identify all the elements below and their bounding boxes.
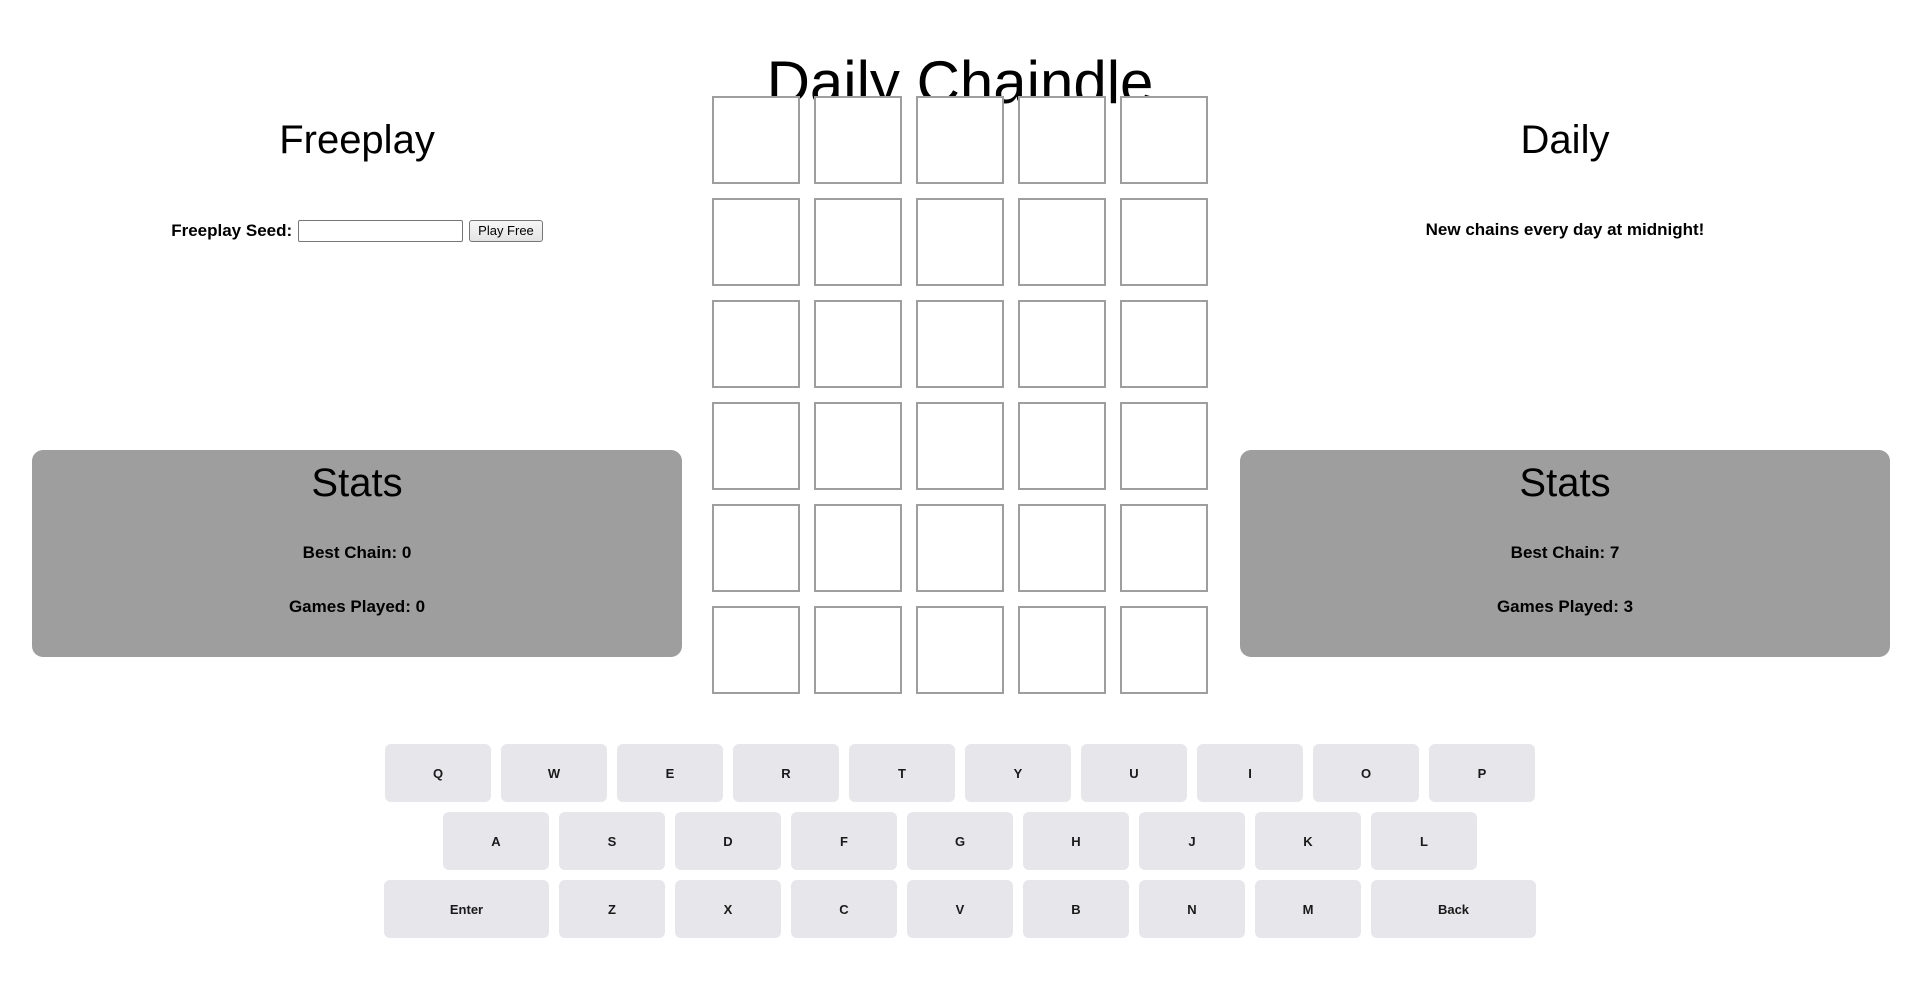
game-board: [712, 96, 1208, 694]
board-tile: [916, 198, 1004, 286]
board-tile: [1120, 606, 1208, 694]
board-tile: [814, 96, 902, 184]
board-tile: [814, 300, 902, 388]
freeplay-heading: Freeplay: [279, 118, 435, 162]
key-r[interactable]: R: [733, 744, 839, 802]
key-e[interactable]: E: [617, 744, 723, 802]
board-tile: [1018, 606, 1106, 694]
board-tile: [1120, 300, 1208, 388]
freeplay-games-played: Games Played: 0: [288, 597, 426, 616]
board-tile: [712, 504, 800, 592]
board-tile: [1018, 198, 1106, 286]
key-u[interactable]: U: [1081, 744, 1187, 802]
key-h[interactable]: H: [1023, 812, 1129, 870]
board-tile: [1018, 96, 1106, 184]
key-y[interactable]: Y: [965, 744, 1071, 802]
keyboard-row: Enter Z X C V B N M Back: [380, 880, 1540, 938]
key-f[interactable]: F: [791, 812, 897, 870]
daily-column: Daily New chains every day at midnight!: [1240, 118, 1890, 240]
board-tile: [814, 198, 902, 286]
freeplay-stats-title: Stats: [311, 461, 403, 505]
board-tile: [1018, 504, 1106, 592]
board-tile: [916, 96, 1004, 184]
board-tile: [1120, 402, 1208, 490]
daily-info: New chains every day at midnight!: [1240, 220, 1890, 240]
key-o[interactable]: O: [1313, 744, 1419, 802]
freeplay-seed-input[interactable]: [298, 220, 464, 242]
key-j[interactable]: J: [1139, 812, 1245, 870]
board-tile: [712, 300, 800, 388]
board-tile: [1120, 504, 1208, 592]
key-c[interactable]: C: [791, 880, 897, 938]
board-tile: [814, 606, 902, 694]
key-s[interactable]: S: [559, 812, 665, 870]
freeplay-controls: Freeplay Seed: Play Free: [32, 220, 682, 242]
board-tile: [916, 606, 1004, 694]
key-l[interactable]: L: [1371, 812, 1477, 870]
daily-stats-title: Stats: [1519, 461, 1611, 505]
key-n[interactable]: N: [1139, 880, 1245, 938]
freeplay-seed-label: Freeplay Seed:: [171, 221, 293, 240]
board-tile: [712, 96, 800, 184]
board-tile: [814, 504, 902, 592]
key-z[interactable]: Z: [559, 880, 665, 938]
key-enter[interactable]: Enter: [384, 880, 549, 938]
key-i[interactable]: I: [1197, 744, 1303, 802]
board-tile: [1018, 402, 1106, 490]
board-tile: [1120, 96, 1208, 184]
key-d[interactable]: D: [675, 812, 781, 870]
key-w[interactable]: W: [501, 744, 607, 802]
board-tile: [916, 402, 1004, 490]
daily-best-chain: Best Chain: 7: [1510, 543, 1620, 562]
key-g[interactable]: G: [907, 812, 1013, 870]
game-grid: [712, 96, 1208, 694]
key-q[interactable]: Q: [385, 744, 491, 802]
key-v[interactable]: V: [907, 880, 1013, 938]
keyboard-row: ASDFGHJKL: [380, 812, 1540, 870]
freeplay-stats-panel: Stats Best Chain: 0 Games Played: 0: [32, 450, 682, 657]
key-k[interactable]: K: [1255, 812, 1361, 870]
board-tile: [1120, 198, 1208, 286]
board-tile: [916, 300, 1004, 388]
app-root: Daily Chaindle Freeplay Freeplay Seed: P…: [0, 0, 1920, 994]
board-tile: [1018, 300, 1106, 388]
key-a[interactable]: A: [443, 812, 549, 870]
board-tile: [712, 402, 800, 490]
daily-note: New chains every day at midnight!: [1425, 220, 1705, 239]
key-m[interactable]: M: [1255, 880, 1361, 938]
freeplay-best-chain: Best Chain: 0: [302, 543, 412, 562]
board-tile: [712, 198, 800, 286]
board-tile: [916, 504, 1004, 592]
freeplay-column: Freeplay Freeplay Seed: Play Free: [32, 118, 682, 242]
play-free-button[interactable]: Play Free: [469, 220, 543, 242]
keyboard-row: QWERTYUIOP: [380, 744, 1540, 802]
key-p[interactable]: P: [1429, 744, 1535, 802]
key-t[interactable]: T: [849, 744, 955, 802]
board-tile: [712, 606, 800, 694]
daily-stats-panel: Stats Best Chain: 7 Games Played: 3: [1240, 450, 1890, 657]
daily-games-played: Games Played: 3: [1496, 597, 1634, 616]
board-tile: [814, 402, 902, 490]
key-x[interactable]: X: [675, 880, 781, 938]
key-back[interactable]: Back: [1371, 880, 1536, 938]
on-screen-keyboard: Q W E R T Y U I O P A S D F G H J K L Enter Z X C V B N M Back: [380, 744, 1540, 948]
key-b[interactable]: B: [1023, 880, 1129, 938]
daily-heading: Daily: [1520, 118, 1610, 162]
freeplay-seed-row: Freeplay Seed: Play Free: [32, 220, 682, 242]
